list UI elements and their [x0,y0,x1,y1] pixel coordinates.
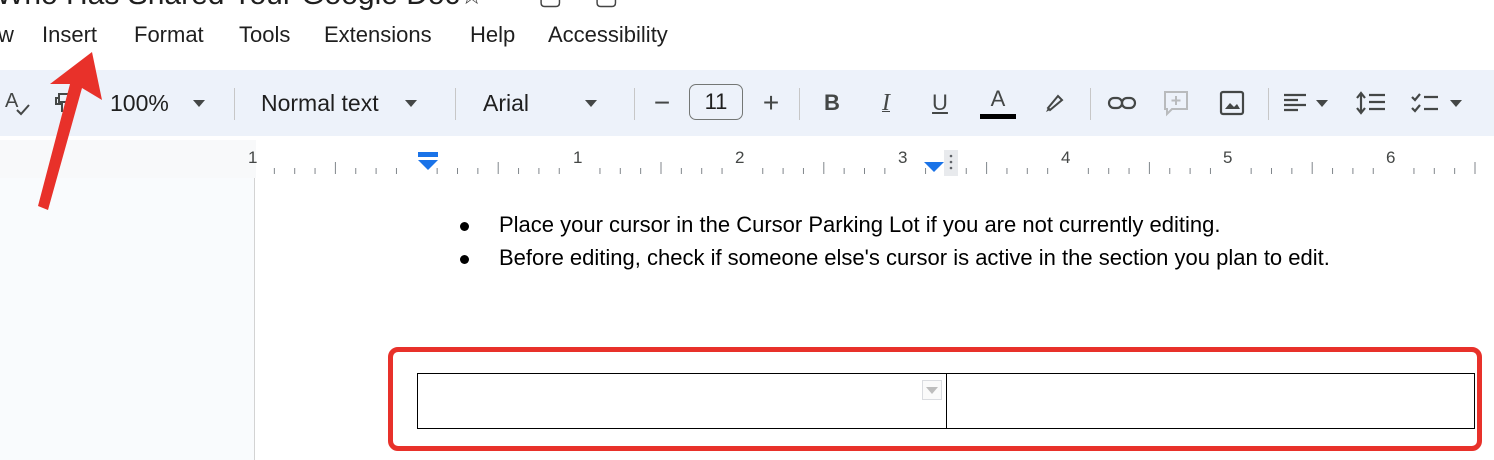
font-dropdown[interactable]: Arial [483,70,613,136]
menu-extensions[interactable]: Extensions [324,22,432,48]
add-comment-button[interactable] [1160,70,1192,136]
left-indent-marker[interactable] [416,152,440,174]
text-color-swatch [980,113,1016,119]
column-handle-icon[interactable] [944,150,958,176]
highlighter-icon [1046,94,1064,112]
ruler-number: 3 [898,148,908,167]
zoom-value: 100% [110,89,169,116]
ruler-number: 4 [1061,148,1071,167]
document-title[interactable]: Who Has Shared Your Google Doc [0,0,460,12]
insert-link-button[interactable] [1106,70,1138,136]
ruler[interactable]: 1 1 2 3 4 5 6 [0,140,1494,179]
list-item-text: Place your cursor in the Cursor Parking … [499,212,1221,237]
toolbar-divider [634,88,635,120]
link-icon [1107,96,1137,110]
toolbar-divider [234,88,235,120]
bullet-icon [460,222,469,231]
minus-icon: − [653,87,671,118]
underline-icon: U [932,90,948,115]
ruler-number: 1 [573,148,583,167]
toolbar-divider [455,88,456,120]
right-indent-marker[interactable] [922,152,946,178]
paragraph-style-value: Normal text [261,89,379,116]
menu-insert[interactable]: Insert [42,22,97,48]
line-spacing-button[interactable] [1354,70,1388,136]
insert-image-button[interactable] [1216,70,1248,136]
svg-text:A: A [5,90,19,112]
paragraph-style-dropdown[interactable]: Normal text [261,70,431,136]
increase-font-size-button[interactable]: + [757,70,785,136]
font-size-input[interactable]: 11 [689,84,743,120]
toolbar-divider [1090,88,1091,120]
bullet-icon [460,255,469,264]
highlight-color-button[interactable] [1040,70,1070,136]
menu-help[interactable]: Help [470,22,515,48]
line-spacing-icon [1356,91,1385,115]
text-color-button[interactable]: A [978,70,1018,136]
ruler-number: 2 [735,148,745,167]
align-left-icon [1284,93,1306,112]
menu-format[interactable]: Format [134,22,204,48]
left-gutter [0,178,254,460]
image-icon [1219,90,1245,116]
menu-bar: w Insert Format Tools Extensions Help Ac… [0,14,1494,58]
chevron-down-icon [1316,99,1328,107]
menu-tools[interactable]: Tools [239,22,290,48]
spellcheck-icon: A [5,90,30,116]
chevron-down-icon [1450,99,1462,107]
toolbar-divider [799,88,800,120]
bold-icon: B [824,90,840,115]
move-icon[interactable]: ▢ [538,0,563,11]
chevron-down-icon [192,99,205,107]
star-icon[interactable]: ☆ [460,0,483,11]
list-item-text: Before editing, check if someone else's … [499,245,1330,270]
italic-button[interactable]: I [872,70,900,136]
align-dropdown[interactable] [1282,70,1336,136]
menu-view[interactable]: w [0,22,14,48]
italic-icon: I [882,89,890,116]
checklist-icon [1411,93,1438,113]
toolbar: A 100% Normal text Arial − 11 + B I U A [0,70,1494,136]
annotation-highlight-box [388,347,1482,451]
text-color-icon: A [990,85,1006,111]
document-title-bar: Who Has Shared Your Google Doc ☆ ▢ ▢ [0,0,1494,12]
chevron-down-icon [404,99,417,107]
cloud-status-icon[interactable]: ▢ [594,0,619,11]
add-comment-icon [1164,91,1188,117]
paint-format-icon [55,93,71,112]
plus-icon: + [762,87,780,118]
bold-button[interactable]: B [818,70,846,136]
ruler-number: 6 [1386,148,1396,167]
ruler-number: 1 [248,148,258,167]
toolbar-divider [1268,88,1269,120]
menu-accessibility[interactable]: Accessibility [548,22,668,48]
checklist-dropdown[interactable] [1410,70,1472,136]
spellcheck-button[interactable]: A [2,70,32,136]
paint-format-button[interactable] [52,70,72,136]
zoom-dropdown[interactable]: 100% [110,70,214,136]
underline-button[interactable]: U [926,70,954,136]
font-value: Arial [483,89,530,116]
ruler-ticks [273,162,1476,174]
chevron-down-icon [585,99,598,107]
ruler-number: 5 [1223,148,1233,167]
decrease-font-size-button[interactable]: − [648,70,676,136]
